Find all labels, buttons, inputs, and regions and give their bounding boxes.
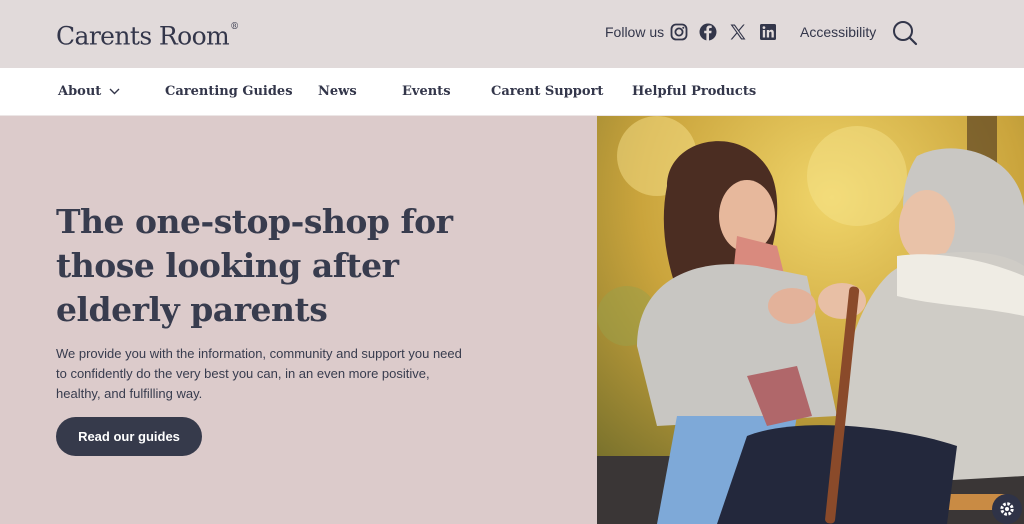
brand-logo[interactable]: Carents Room® [56, 16, 239, 53]
hero-photo [597, 116, 1024, 524]
chevron-down-icon [109, 83, 120, 101]
nav-item-label: About [58, 84, 102, 99]
top-bar: Carents Room® Follow us Accessibility [0, 0, 1024, 68]
read-guides-button[interactable]: Read our guides [56, 417, 202, 456]
nav-item-label: Helpful Products [632, 84, 757, 99]
registered-mark: ® [230, 22, 239, 32]
nav-item-news[interactable]: News [318, 83, 357, 101]
nav-item-carenting-guides[interactable]: Carenting Guides [165, 83, 293, 101]
nav-item-events[interactable]: Events [402, 83, 451, 101]
gear-icon[interactable] [992, 494, 1022, 524]
nav-item-label: Carent Support [491, 84, 604, 99]
accessibility-link[interactable]: Accessibility [800, 22, 876, 42]
search-icon[interactable] [890, 18, 920, 48]
nav-item-about[interactable]: About [58, 83, 120, 101]
main-nav: About Carenting Guides News Events Caren… [0, 68, 1024, 116]
hero-title: The one-stop-shop for those looking afte… [56, 202, 453, 329]
linkedin-icon[interactable] [758, 22, 778, 42]
facebook-icon[interactable] [698, 22, 718, 42]
nav-item-label: News [318, 84, 357, 99]
nav-item-carent-support[interactable]: Carent Support [491, 83, 603, 101]
follow-us-label: Follow us [605, 24, 665, 40]
brand-name: Carents Room [56, 21, 230, 51]
nav-item-helpful-products[interactable]: Helpful Products [632, 83, 756, 101]
instagram-icon[interactable] [669, 22, 689, 42]
x-icon[interactable] [728, 22, 748, 42]
nav-item-label: Carenting Guides [165, 84, 293, 99]
nav-item-label: Events [402, 84, 451, 99]
hero-description: We provide you with the information, com… [56, 346, 462, 401]
